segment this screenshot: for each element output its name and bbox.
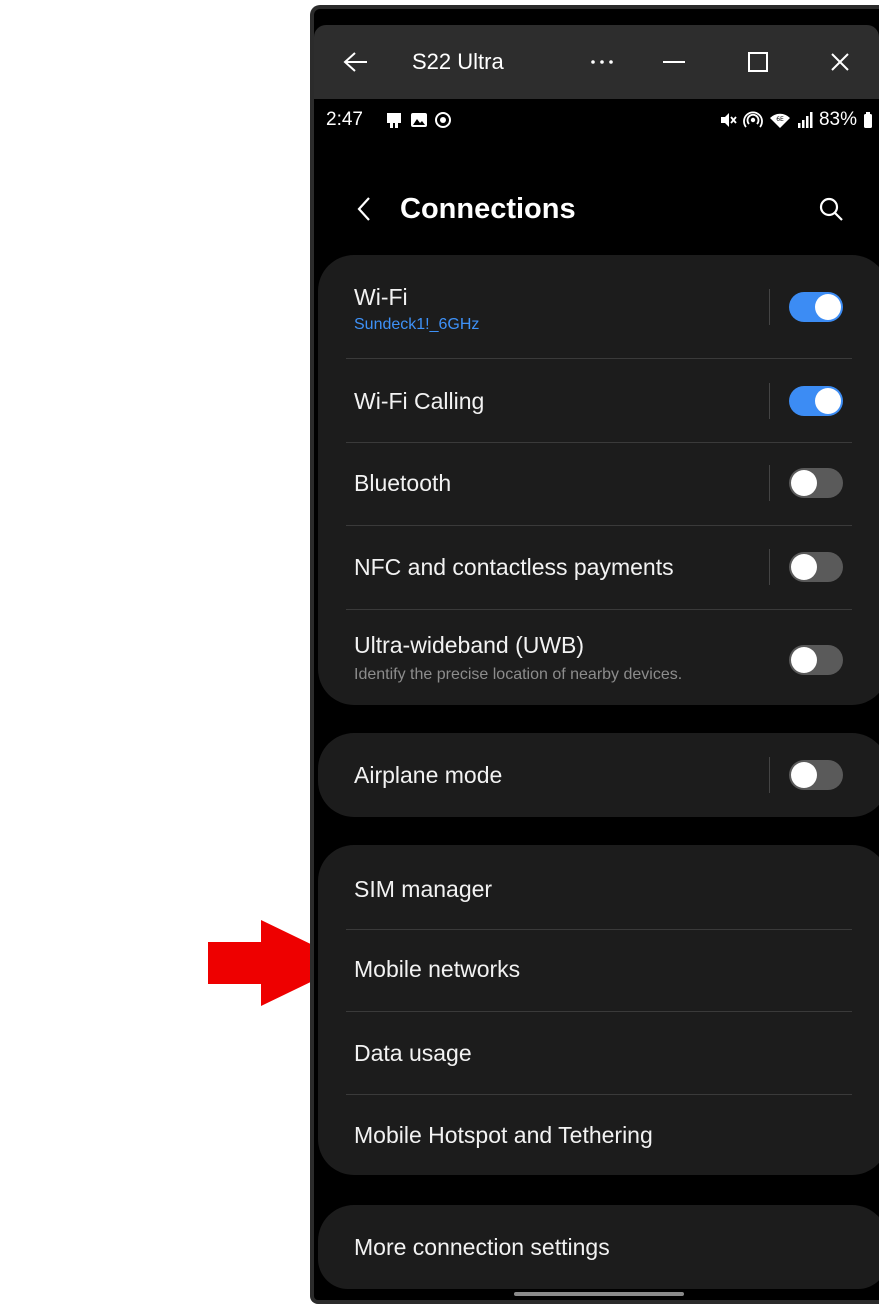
window-titlebar: S22 Ultra xyxy=(314,25,879,99)
uwb-description: Identify the precise location of nearby … xyxy=(354,666,683,683)
back-arrow-icon[interactable] xyxy=(336,25,376,99)
uwb-row[interactable]: Ultra-wideband (UWB) Identify the precis… xyxy=(318,610,879,705)
svg-text:6E: 6E xyxy=(776,116,784,123)
mobile-networks-row[interactable]: Mobile networks xyxy=(318,930,879,1010)
toggle-separator xyxy=(769,289,770,325)
toggle-separator xyxy=(769,383,770,419)
settings-group-mobile: SIM manager Mobile networks Data usage M… xyxy=(318,845,879,1175)
data-usage-label: Data usage xyxy=(354,1040,472,1066)
bluetooth-label: Bluetooth xyxy=(354,470,452,496)
wifi-calling-row[interactable]: Wi-Fi Calling xyxy=(318,359,879,443)
battery-icon xyxy=(864,112,872,128)
sim-manager-label: SIM manager xyxy=(354,876,493,902)
screen-record-icon xyxy=(435,112,451,128)
battery-percent: 83% xyxy=(818,109,857,130)
data-usage-row[interactable]: Data usage xyxy=(318,1012,879,1092)
more-connection-settings-label: More connection settings xyxy=(354,1234,610,1260)
airplane-mode-label: Airplane mode xyxy=(354,762,503,788)
more-connection-settings-row[interactable]: More connection settings xyxy=(318,1205,879,1289)
status-bar: 2:47 6E 83% xyxy=(314,99,879,143)
hotspot-row[interactable]: Mobile Hotspot and Tethering xyxy=(318,1095,879,1175)
uwb-toggle[interactable] xyxy=(789,645,843,675)
window-title: S22 Ultra xyxy=(412,49,504,74)
airplane-mode-toggle[interactable] xyxy=(789,760,843,790)
nfc-label: NFC and contactless payments xyxy=(354,554,674,580)
minimize-icon[interactable] xyxy=(654,25,694,99)
more-options-icon[interactable] xyxy=(582,25,622,99)
hotspot-label: Mobile Hotspot and Tethering xyxy=(354,1122,653,1148)
wifi-toggle[interactable] xyxy=(789,292,843,322)
page-header: Connections xyxy=(314,169,879,249)
toggle-separator xyxy=(769,757,770,793)
page-title: Connections xyxy=(400,193,576,225)
wifi-label: Wi-Fi xyxy=(354,284,408,310)
bluetooth-toggle[interactable] xyxy=(789,468,843,498)
header-back-icon[interactable] xyxy=(344,187,384,231)
hotspot-icon xyxy=(743,111,763,128)
wifi-network-name: Sundeck1!_6GHz xyxy=(354,316,480,333)
wifi-row[interactable]: Wi-Fi Sundeck1!_6GHz xyxy=(318,255,879,359)
sim-manager-row[interactable]: SIM manager xyxy=(318,845,879,929)
status-time: 2:47 xyxy=(326,109,363,130)
uwb-label: Ultra-wideband (UWB) xyxy=(354,632,585,658)
settings-group-more: More connection settings xyxy=(318,1205,879,1289)
wifi-calling-label: Wi-Fi Calling xyxy=(354,388,485,414)
settings-group-wireless: Wi-Fi Sundeck1!_6GHz Wi-Fi Calling Bluet… xyxy=(318,255,879,705)
phone-mirror-window: S22 Ultra 2:47 6E 83% Connections Wi-Fi … xyxy=(310,5,879,1304)
airplane-mode-row[interactable]: Airplane mode xyxy=(318,733,879,817)
mute-icon xyxy=(720,113,737,127)
toggle-separator xyxy=(769,465,770,501)
toggle-separator xyxy=(769,549,770,585)
page: S22 Ultra 2:47 6E 83% Connections Wi-Fi … xyxy=(0,0,879,1307)
settings-group-airplane: Airplane mode xyxy=(318,733,879,817)
search-icon[interactable] xyxy=(809,187,853,231)
wifi-calling-toggle[interactable] xyxy=(789,386,843,416)
wifi-6e-icon: 6E xyxy=(769,113,790,128)
close-icon[interactable] xyxy=(820,25,860,99)
notification-app-icon xyxy=(387,113,401,128)
mobile-networks-label: Mobile networks xyxy=(354,956,521,982)
maximize-icon[interactable] xyxy=(738,25,778,99)
signal-icon xyxy=(797,112,813,128)
bluetooth-row[interactable]: Bluetooth xyxy=(318,443,879,527)
nfc-toggle[interactable] xyxy=(789,552,843,582)
nfc-row[interactable]: NFC and contactless payments xyxy=(318,526,879,610)
home-indicator xyxy=(514,1292,684,1296)
gallery-icon xyxy=(411,113,427,127)
